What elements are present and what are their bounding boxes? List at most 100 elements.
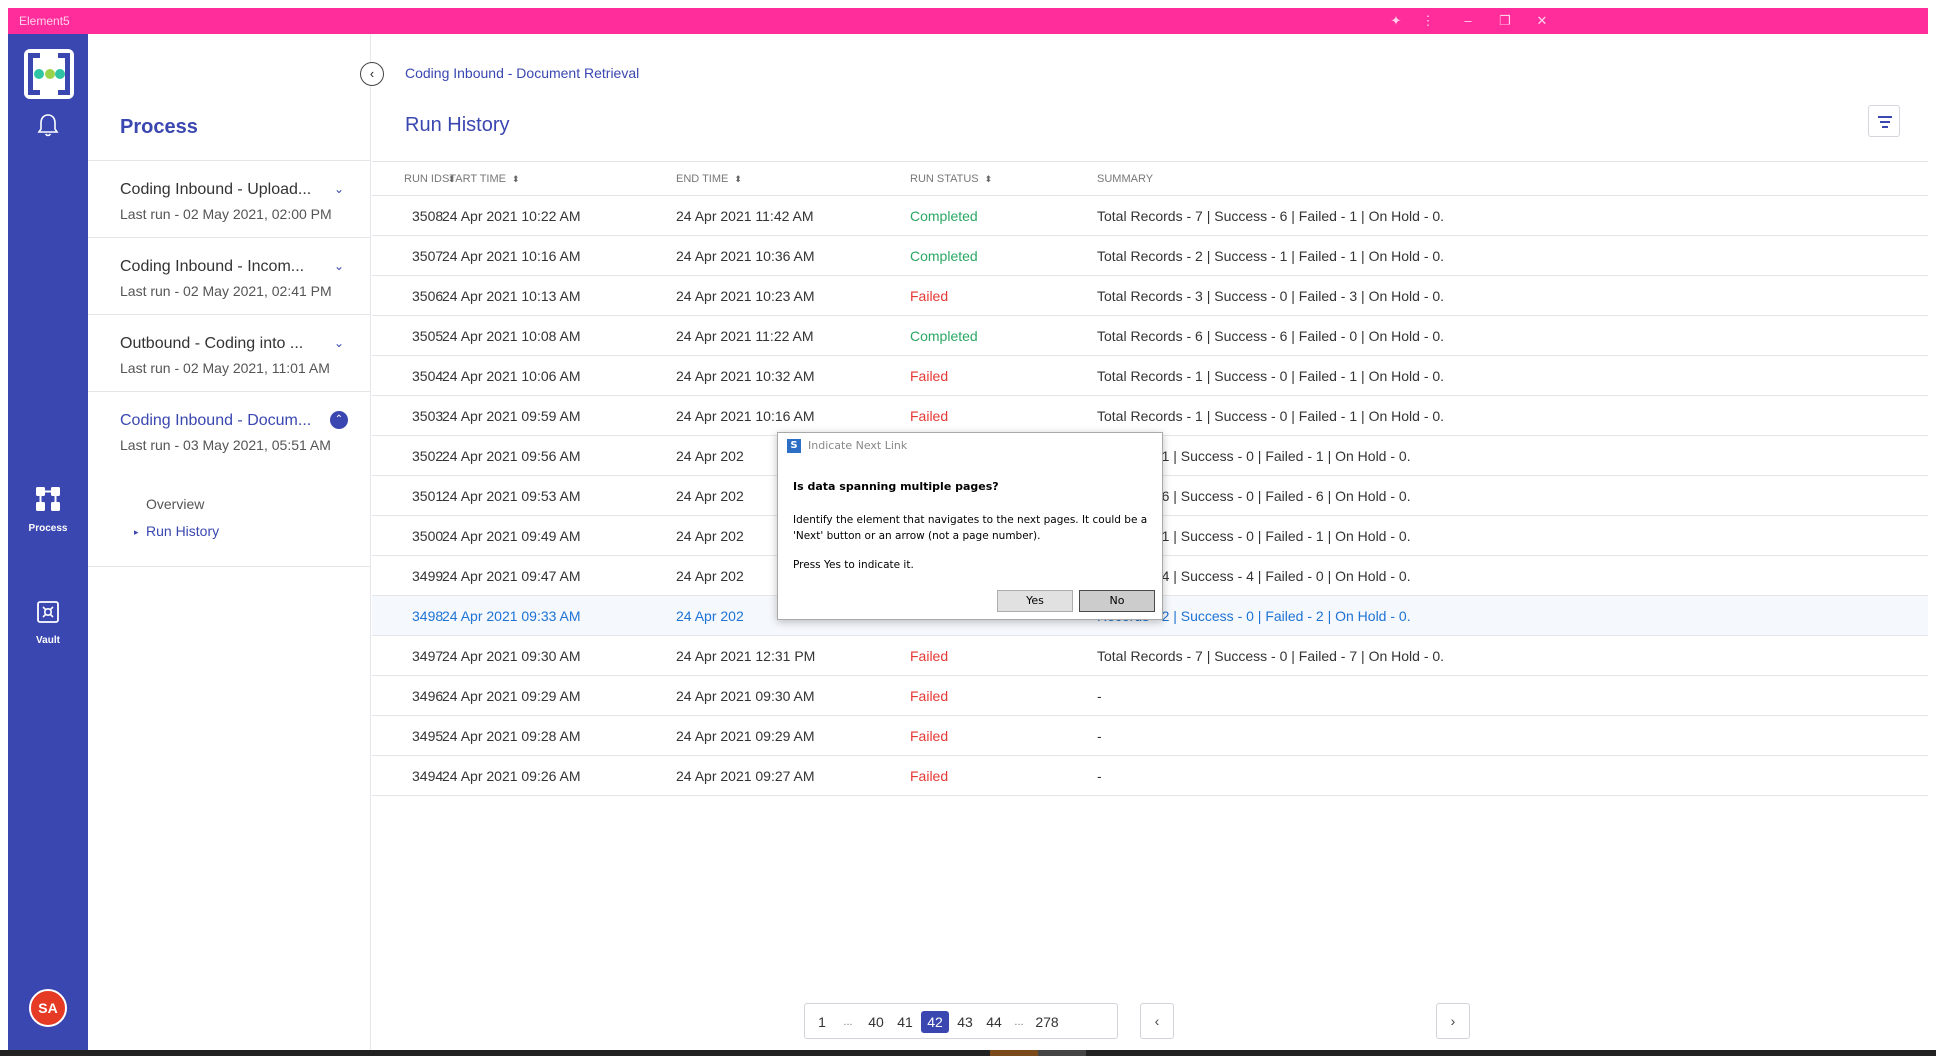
table-row[interactable]: 3505 24 Apr 2021 10:08 AM 24 Apr 2021 11:2… bbox=[372, 315, 1928, 356]
table-row[interactable]: 3504 24 Apr 2021 10:06 AM 24 Apr 2021 10:3… bbox=[372, 355, 1928, 396]
page-44[interactable]: 44 bbox=[981, 1011, 1007, 1033]
process-item[interactable]: Outbound - Coding into ... Last run - 02… bbox=[88, 315, 371, 392]
table-row[interactable]: 3508 24 Apr 2021 10:22 AM 24 Apr 2021 11:4… bbox=[372, 195, 1928, 236]
start-time-cell: 24 Apr 2021 10:13 AM bbox=[442, 275, 676, 316]
process-item-active[interactable]: Coding Inbound - Docum... Last run - 03 … bbox=[88, 392, 371, 567]
start-time-cell: 24 Apr 2021 09:29 AM bbox=[442, 675, 676, 716]
end-time-cell: 24 Apr 2021 09:30 AM bbox=[676, 675, 910, 716]
run-id-cell: 3496 bbox=[372, 675, 443, 716]
page-42-current[interactable]: 42 bbox=[921, 1011, 949, 1033]
page-ellipsis: ... bbox=[843, 1016, 853, 1028]
run-status-cell: Failed bbox=[910, 275, 1097, 316]
sort-icon: ⬍ bbox=[511, 173, 520, 184]
process-nav-item[interactable]: Process bbox=[8, 486, 88, 534]
table-row[interactable]: 3497 24 Apr 2021 09:30 AM 24 Apr 2021 12:3… bbox=[372, 635, 1928, 676]
page-40[interactable]: 40 bbox=[863, 1011, 889, 1033]
run-id-cell: 3503 bbox=[372, 395, 443, 436]
table-row[interactable]: 3494 24 Apr 2021 09:26 AM 24 Apr 2021 09:2… bbox=[372, 755, 1928, 796]
run-id-cell: 3500 bbox=[372, 515, 443, 556]
end-time-cell: 24 Apr 2021 09:29 AM bbox=[676, 715, 910, 756]
chevron-up-icon[interactable]: ⌃ bbox=[330, 411, 348, 429]
no-button[interactable]: No bbox=[1079, 590, 1155, 612]
process-item[interactable]: Coding Inbound - Upload... Last run - 02… bbox=[88, 161, 371, 238]
user-avatar[interactable]: SA bbox=[29, 989, 67, 1027]
process-last-run: Last run - 02 May 2021, 02:41 PM bbox=[120, 283, 332, 299]
dialog-instruction: Press Yes to indicate it. bbox=[793, 559, 914, 571]
run-id-cell: 3507 bbox=[372, 235, 443, 276]
sidebar-subitem-run-history[interactable]: Run History bbox=[146, 523, 219, 539]
end-time-cell: 24 Apr 2021 09:27 AM bbox=[676, 755, 910, 796]
filter-button[interactable] bbox=[1868, 105, 1900, 137]
end-time-cell: 24 Apr 2021 11:22 AM bbox=[676, 315, 910, 356]
extensions-icon[interactable]: ✦ bbox=[1386, 12, 1406, 30]
sidebar-subitem-overview[interactable]: Overview bbox=[146, 496, 204, 512]
process-item[interactable]: Coding Inbound - Incom... Last run - 02 … bbox=[88, 238, 371, 315]
start-time-cell: 24 Apr 2021 10:16 AM bbox=[442, 235, 676, 276]
run-id-cell: 3499 bbox=[372, 555, 443, 596]
table-row[interactable]: 3506 24 Apr 2021 10:13 AM 24 Apr 2021 10:2… bbox=[372, 275, 1928, 316]
dialog-body: Identify the element that navigates to t… bbox=[793, 514, 1148, 542]
back-arrow-icon[interactable]: ‹ bbox=[360, 62, 384, 86]
sidebar-title: Process bbox=[120, 116, 198, 138]
chevron-down-icon[interactable]: ⌄ bbox=[330, 257, 348, 275]
window-title: Element5 bbox=[19, 14, 70, 28]
breadcrumb[interactable]: Coding Inbound - Document Retrieval bbox=[405, 65, 639, 81]
yes-button[interactable]: Yes bbox=[997, 590, 1073, 612]
end-time-cell: 24 Apr 2021 10:36 AM bbox=[676, 235, 910, 276]
process-nav-label: Process bbox=[28, 523, 68, 534]
table-row[interactable]: 3507 24 Apr 2021 10:16 AM 24 Apr 2021 10:3… bbox=[372, 235, 1928, 276]
page-41[interactable]: 41 bbox=[893, 1011, 917, 1033]
column-header-run-status[interactable]: RUN STATUS ⬍ bbox=[910, 161, 1097, 196]
summary-cell: Total Records - 7 | Success - 6 | Failed… bbox=[1097, 195, 1928, 236]
run-status-cell: Completed bbox=[910, 315, 1097, 356]
pagination-prev-button[interactable]: ‹ bbox=[1140, 1003, 1174, 1039]
page-278[interactable]: 278 bbox=[1032, 1011, 1062, 1033]
process-last-run: Last run - 02 May 2021, 02:00 PM bbox=[120, 206, 332, 222]
start-time-cell: 24 Apr 2021 09:53 AM bbox=[442, 475, 676, 516]
chevron-down-icon[interactable]: ⌄ bbox=[330, 180, 348, 198]
column-header-run-id[interactable]: RUN ID ⬍ bbox=[372, 161, 455, 196]
run-status-cell: Completed bbox=[910, 195, 1097, 236]
run-id-cell: 3506 bbox=[372, 275, 443, 316]
column-header-end-time[interactable]: END TIME ⬍ bbox=[676, 161, 910, 196]
table-row[interactable]: 3495 24 Apr 2021 09:28 AM 24 Apr 2021 09:2… bbox=[372, 715, 1928, 756]
summary-cell: Total Records - 1 | Success - 0 | Failed… bbox=[1097, 355, 1928, 396]
taskbar bbox=[0, 1050, 1936, 1056]
start-time-cell: 24 Apr 2021 09:59 AM bbox=[442, 395, 676, 436]
start-time-cell: 24 Apr 2021 09:30 AM bbox=[442, 635, 676, 676]
end-time-cell: 24 Apr 2021 10:23 AM bbox=[676, 275, 910, 316]
close-icon[interactable]: ✕ bbox=[1532, 12, 1552, 30]
start-time-cell: 24 Apr 2021 09:26 AM bbox=[442, 755, 676, 796]
current-indicator-icon: ▸ bbox=[134, 527, 139, 537]
process-list: Coding Inbound - Upload... Last run - 02… bbox=[88, 160, 371, 567]
vault-nav-item[interactable]: Vault bbox=[8, 600, 88, 646]
end-time-cell: 24 Apr 2021 10:16 AM bbox=[676, 395, 910, 436]
start-time-cell: 24 Apr 2021 09:33 AM bbox=[442, 595, 676, 636]
app-logo[interactable] bbox=[24, 49, 74, 99]
bell-icon bbox=[37, 114, 59, 137]
minimize-icon[interactable]: – bbox=[1458, 12, 1478, 30]
run-id-cell: 3508 bbox=[372, 195, 443, 236]
vault-icon bbox=[37, 601, 59, 623]
more-options-icon[interactable]: ⋮ bbox=[1418, 12, 1438, 30]
restore-icon[interactable]: ❐ bbox=[1495, 12, 1515, 30]
run-status-cell: Failed bbox=[910, 395, 1097, 436]
run-id-cell: 3498 bbox=[372, 595, 443, 636]
column-header-summary: SUMMARY bbox=[1097, 161, 1928, 196]
vault-nav-label: Vault bbox=[36, 635, 60, 646]
end-time-cell: 24 Apr 2021 11:42 AM bbox=[676, 195, 910, 236]
page-1[interactable]: 1 bbox=[813, 1011, 831, 1033]
page-43[interactable]: 43 bbox=[952, 1011, 978, 1033]
start-time-cell: 24 Apr 2021 10:06 AM bbox=[442, 355, 676, 396]
start-time-cell: 24 Apr 2021 10:22 AM bbox=[442, 195, 676, 236]
run-id-cell: 3505 bbox=[372, 315, 443, 356]
table-row[interactable]: 3503 24 Apr 2021 09:59 AM 24 Apr 2021 10:1… bbox=[372, 395, 1928, 436]
notifications-button[interactable] bbox=[8, 112, 88, 143]
chevron-down-icon[interactable]: ⌄ bbox=[330, 334, 348, 352]
run-status-cell: Failed bbox=[910, 755, 1097, 796]
column-header-start-time[interactable]: START TIME ⬍ bbox=[442, 161, 676, 196]
summary-cell: Total Records - 3 | Success - 0 | Failed… bbox=[1097, 275, 1928, 316]
pagination-next-button[interactable]: › bbox=[1436, 1003, 1470, 1039]
end-time-cell: 24 Apr 2021 10:32 AM bbox=[676, 355, 910, 396]
table-row[interactable]: 3496 24 Apr 2021 09:29 AM 24 Apr 2021 09:3… bbox=[372, 675, 1928, 716]
